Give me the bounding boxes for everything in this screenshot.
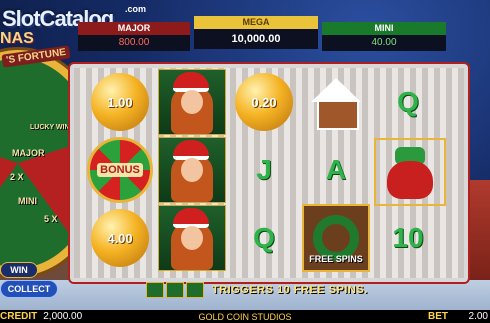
jackpot-mini-label: MINI — [322, 22, 446, 35]
reel-cell: Q — [230, 206, 298, 270]
bet-value: 2.00 — [468, 311, 488, 322]
reel-grid: 1.00 BONUS 4.00 0.20 J Q A FREE SPINS Q … — [86, 69, 446, 272]
santa-girl-symbol — [158, 137, 226, 203]
reel-cell — [374, 138, 446, 206]
free-spins-label: FREE SPINS — [309, 254, 363, 264]
letter-symbol-a: A — [325, 154, 347, 185]
game-title-fragment: NAS — [0, 30, 34, 47]
game-stage: MAJOR 2 X MINI 5 X LUCKY WIN SlotCatalog… — [0, 0, 490, 323]
trigger-message: TRIGGERS 10 FREE SPINS. — [146, 281, 378, 299]
gift-sack-symbol — [383, 143, 437, 201]
reel-cell: Q — [374, 70, 442, 134]
mini-symbol-icon — [186, 282, 204, 298]
bonus-wheel-symbol: BONUS — [87, 137, 153, 203]
trigger-text: TRIGGERS 10 FREE SPINS. — [212, 284, 368, 296]
coin-symbol: 4.00 — [91, 209, 149, 267]
jackpot-major-label: MAJOR — [78, 22, 190, 35]
bonus-label: BONUS — [97, 163, 143, 177]
reel-cell: 1.00 — [86, 70, 154, 134]
jackpot-mini-value: 40.00 — [322, 35, 446, 51]
letter-symbol-10: 10 — [392, 222, 424, 253]
win-button[interactable]: WIN — [0, 262, 38, 278]
jackpot-mega: MEGA 10,000.00 — [194, 16, 318, 56]
status-bar: CREDIT 2,000.00 GOLD COIN STUDIOS BET 2.… — [0, 310, 490, 323]
studio-name: GOLD COIN STUDIOS — [198, 311, 292, 322]
free-spins-wreath-symbol: FREE SPINS — [302, 204, 370, 272]
logo-suffix: .com — [125, 4, 147, 14]
letter-symbol-q: Q — [253, 222, 275, 253]
wheel-label-5x: 5 X — [44, 214, 58, 224]
wheel-label-mini: MINI — [18, 196, 37, 206]
jackpot-mega-value: 10,000.00 — [194, 29, 318, 49]
wheel-label-major: MAJOR — [12, 148, 45, 158]
reel-cell: 0.20 — [230, 70, 298, 134]
reel-cell: BONUS — [86, 137, 154, 203]
santa-girl-symbol — [158, 69, 226, 135]
reel-cell — [158, 205, 226, 271]
jackpot-mega-label: MEGA — [194, 16, 318, 29]
coin-symbol: 0.20 — [235, 73, 293, 131]
reel-cell: 4.00 — [86, 206, 154, 270]
letter-symbol-q: Q — [397, 86, 419, 117]
jackpot-mini: MINI 40.00 — [322, 22, 446, 62]
reel-cell — [158, 137, 226, 203]
reel-cell: FREE SPINS — [302, 204, 370, 272]
reel-cell: A — [302, 138, 370, 202]
gingerbread-house-symbol — [311, 78, 361, 130]
wheel-label-lucky-win: LUCKY WIN — [30, 124, 70, 131]
coin-symbol: 1.00 — [91, 73, 149, 131]
collect-button[interactable]: COLLECT — [0, 280, 58, 298]
mini-symbol-icon — [146, 282, 164, 298]
reel-cell — [158, 69, 226, 135]
reel-cell: J — [230, 138, 298, 202]
santa-girl-symbol — [158, 205, 226, 271]
letter-symbol-j: J — [256, 154, 272, 185]
jackpot-major-value: 800.00 — [78, 35, 190, 51]
jackpot-major: MAJOR 800.00 — [78, 22, 190, 62]
mini-symbol-icon — [166, 282, 184, 298]
reel-cell: 10 — [374, 206, 442, 270]
bet-label: BET — [428, 311, 448, 322]
reel-cell — [302, 70, 370, 134]
wheel-label-2x: 2 X — [10, 172, 24, 182]
